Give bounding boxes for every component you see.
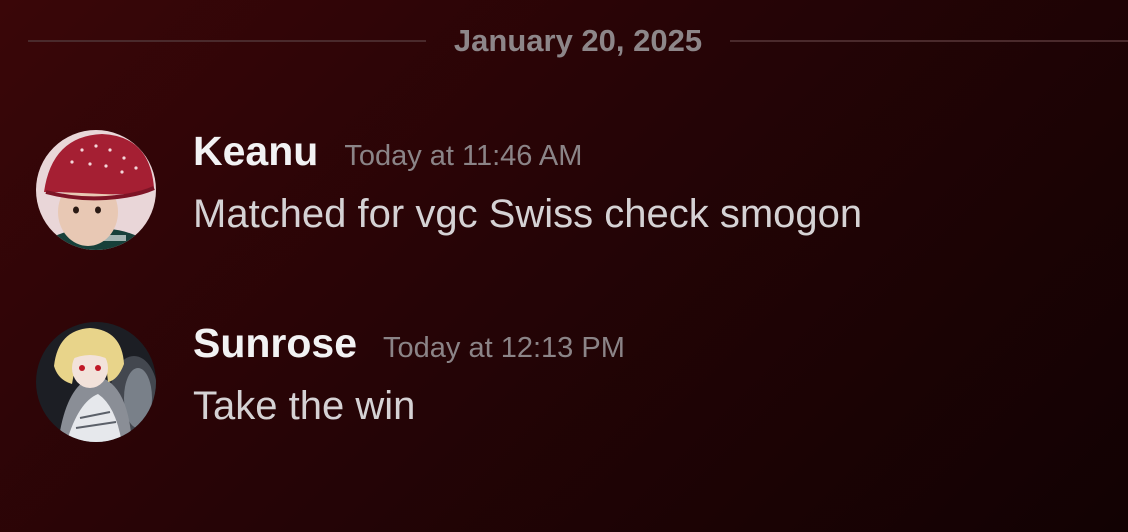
date-divider: January 20, 2025 bbox=[28, 22, 1128, 60]
message-content: Matched for vgc Swiss check smogon bbox=[193, 192, 863, 236]
divider-line-right bbox=[730, 40, 1128, 42]
avatar-keanu[interactable] bbox=[36, 130, 156, 250]
message-header: Sunrose Today at 12:13 PM bbox=[193, 320, 625, 370]
timestamp: Today at 12:13 PM bbox=[383, 332, 625, 364]
username[interactable]: Keanu bbox=[193, 128, 318, 175]
message-item: Keanu Today at 11:46 AM Matched for vgc … bbox=[36, 128, 1106, 253]
message-header: Keanu Today at 11:46 AM bbox=[193, 128, 582, 178]
message-item: Sunrose Today at 12:13 PM Take the win bbox=[36, 320, 1106, 445]
avatar-sunrose[interactable] bbox=[36, 322, 156, 442]
chat-window: { "date_divider": "January 20, 2025", "m… bbox=[0, 0, 1128, 532]
message-content: Take the win bbox=[193, 384, 416, 428]
date-divider-label: January 20, 2025 bbox=[453, 23, 703, 58]
divider-line-left bbox=[28, 40, 426, 42]
username[interactable]: Sunrose bbox=[193, 320, 357, 367]
timestamp: Today at 11:46 AM bbox=[344, 140, 583, 172]
